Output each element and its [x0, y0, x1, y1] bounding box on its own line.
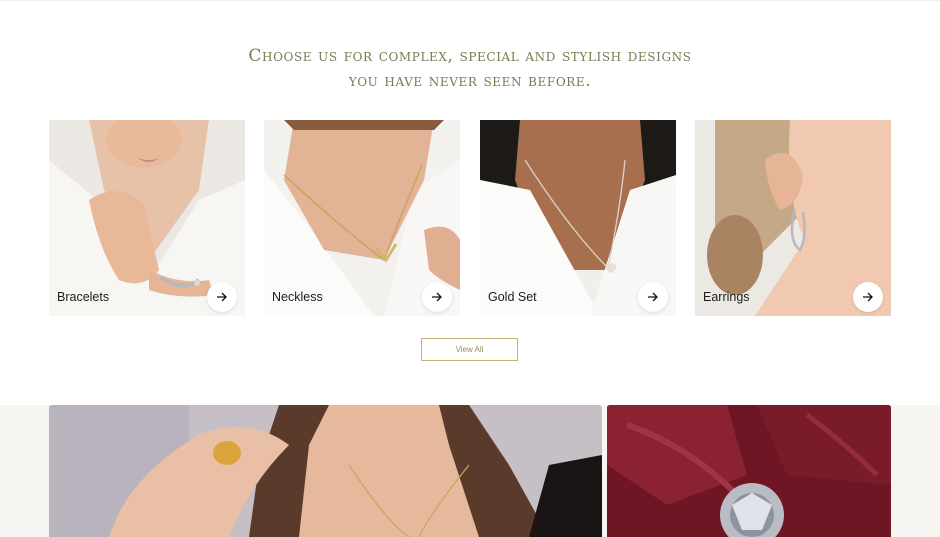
necklace-model-photo	[49, 405, 602, 537]
view-all-button[interactable]: View All	[421, 338, 518, 361]
top-divider	[0, 0, 940, 1]
category-card-bracelets[interactable]: Bracelets	[49, 120, 245, 316]
category-label: Neckless	[272, 290, 323, 304]
category-label: Earrings	[703, 290, 750, 304]
headline-line-1: Choose us for complex, special and styli…	[248, 46, 692, 66]
ribbon-stone-photo	[607, 405, 891, 537]
arrow-right-icon[interactable]	[422, 282, 452, 312]
arrow-right-icon[interactable]	[853, 282, 883, 312]
section-headline: Choose us for complex, special and styli…	[0, 44, 940, 94]
category-card-neckless[interactable]: Neckless	[264, 120, 460, 316]
arrow-right-icon[interactable]	[638, 282, 668, 312]
arrow-right-icon[interactable]	[207, 282, 237, 312]
category-card-earrings[interactable]: Earrings	[695, 120, 891, 316]
headline-line-2: you have never seen before.	[348, 71, 592, 91]
category-label: Gold Set	[488, 290, 537, 304]
banner-ribbon-stone[interactable]	[607, 405, 891, 537]
category-card-gold-set[interactable]: Gold Set	[480, 120, 676, 316]
banner-necklace-model[interactable]	[49, 405, 602, 537]
category-label: Bracelets	[57, 290, 110, 304]
